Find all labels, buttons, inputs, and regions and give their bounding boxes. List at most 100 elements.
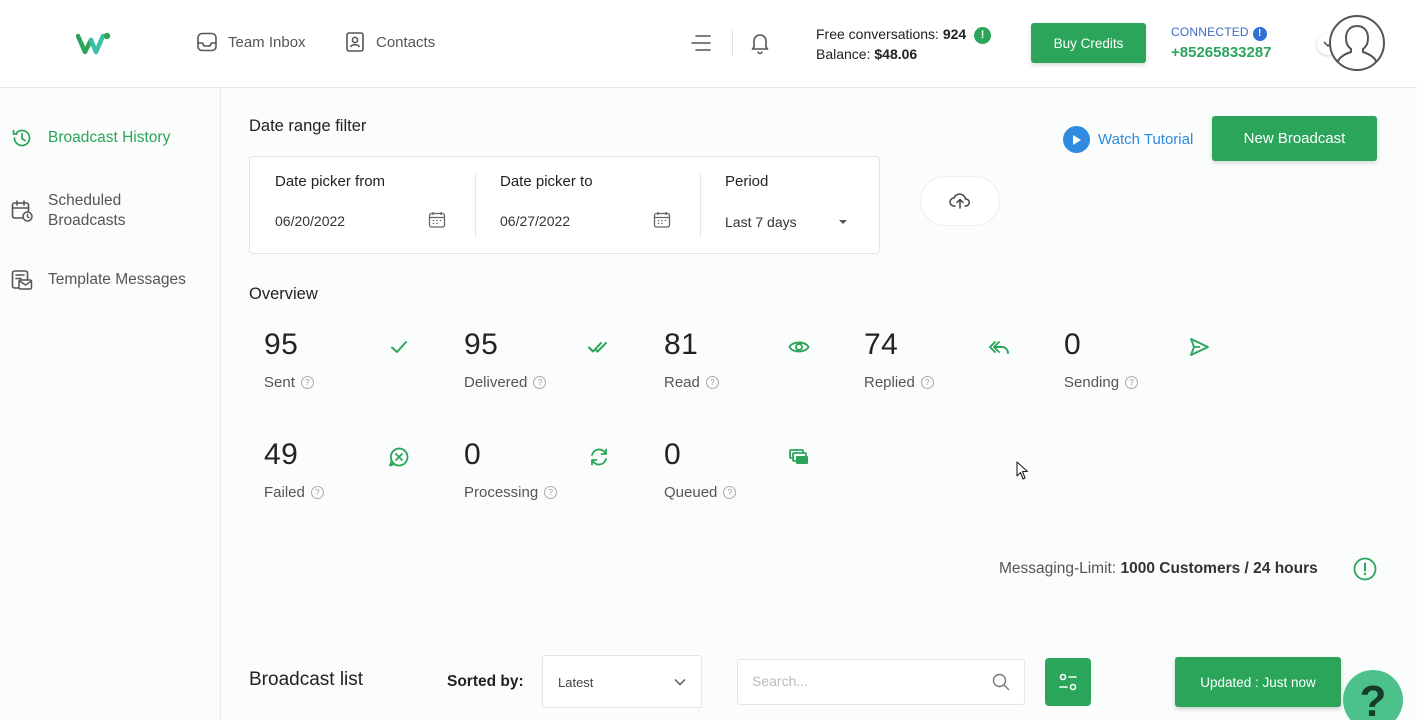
stat-label: Read: [664, 374, 700, 391]
stat-failed: 49 Failed?: [264, 438, 424, 518]
watch-tutorial-label: Watch Tutorial: [1098, 131, 1194, 148]
credits-info: Free conversations: 924 ! Balance: $48.0…: [816, 24, 992, 64]
sidebar-item-label: Template Messages: [48, 271, 186, 288]
calendar-clock-icon: [11, 200, 33, 222]
calendar-icon[interactable]: [653, 211, 671, 229]
search-box[interactable]: [737, 659, 1025, 705]
sidebar: Broadcast History Scheduled Broadcasts T…: [0, 88, 221, 720]
search-input[interactable]: [752, 673, 972, 689]
stat-value: 0: [1064, 328, 1082, 361]
stat-label: Failed: [264, 484, 305, 501]
help-icon[interactable]: ?: [300, 376, 314, 389]
stat-label: Delivered: [464, 374, 528, 391]
help-icon[interactable]: ?: [1125, 376, 1139, 389]
cloud-upload-icon: [949, 193, 970, 209]
nav-contacts[interactable]: Contacts: [344, 31, 435, 53]
stat-processing: 0 Processing?: [464, 438, 624, 518]
filter-button[interactable]: [1045, 658, 1091, 706]
refresh-icon: [591, 448, 607, 466]
new-broadcast-button[interactable]: New Broadcast: [1212, 116, 1377, 161]
sorted-by-label: Sorted by:: [447, 673, 524, 690]
divider: [700, 173, 701, 237]
stat-value: 95: [264, 328, 299, 361]
calendar-icon[interactable]: [428, 211, 446, 229]
help-icon[interactable]: ?: [310, 486, 324, 499]
buy-credits-button[interactable]: Buy Credits: [1031, 23, 1146, 63]
alert-circle-icon[interactable]: [1353, 557, 1377, 581]
eye-icon: [788, 341, 810, 353]
free-conversations-label: Free conversations:: [816, 26, 939, 42]
help-icon[interactable]: ?: [544, 486, 558, 499]
watch-tutorial-link[interactable]: Watch Tutorial: [1063, 126, 1193, 153]
sidebar-item-broadcast-history[interactable]: Broadcast History: [10, 126, 170, 150]
stat-value: 81: [664, 328, 699, 361]
bell-icon[interactable]: [750, 32, 770, 54]
stat-sent: 95 Sent?: [264, 328, 424, 408]
divider: [732, 30, 733, 56]
date-to-value[interactable]: 06/27/2022: [500, 213, 570, 229]
play-icon: [1063, 126, 1090, 153]
filter-sliders-icon: [1059, 673, 1077, 691]
caret-down-icon[interactable]: [837, 218, 849, 226]
stat-label: Replied: [864, 374, 915, 391]
menu-icon[interactable]: [690, 33, 712, 53]
stat-value: 0: [464, 438, 482, 471]
sidebar-item-scheduled-broadcasts[interactable]: Scheduled Broadcasts: [10, 191, 148, 231]
overview-title: Overview: [249, 285, 318, 303]
stat-value: 0: [664, 438, 682, 471]
stat-value: 74: [864, 328, 899, 361]
stat-label: Queued: [664, 484, 718, 501]
period-value[interactable]: Last 7 days: [725, 214, 797, 230]
check-icon: [391, 341, 407, 353]
connected-phone: +85265833287: [1171, 44, 1272, 61]
avatar[interactable]: [1328, 14, 1386, 72]
template-icon: [11, 270, 33, 290]
stat-value: 49: [264, 438, 299, 471]
stat-read: 81 Read?: [664, 328, 824, 408]
date-from-value[interactable]: 06/20/2022: [275, 213, 345, 229]
stat-label: Processing: [464, 484, 539, 501]
updated-status-button[interactable]: Updated : Just now: [1175, 657, 1341, 707]
stat-replied: 74 Replied?: [864, 328, 1024, 408]
nav-team-inbox[interactable]: Team Inbox: [196, 31, 306, 53]
help-icon[interactable]: ?: [705, 376, 719, 389]
queue-icon: [789, 449, 808, 464]
sidebar-item-label: Scheduled Broadcasts: [48, 192, 126, 229]
help-icon[interactable]: ?: [533, 376, 547, 389]
sort-value: Latest: [558, 675, 594, 690]
stat-label: Sending: [1064, 374, 1120, 391]
nav-team-inbox-label: Team Inbox: [228, 33, 306, 51]
stat-delivered: 95 Delivered?: [464, 328, 624, 408]
divider: [475, 173, 476, 237]
date-range-filter: Date picker from 06/20/2022 Date picker …: [249, 156, 880, 254]
connection-status-label: CONNECTED: [1171, 25, 1249, 39]
messaging-limit-value: 1000 Customers / 24 hours: [1120, 560, 1318, 577]
inbox-icon: [197, 32, 217, 52]
double-check-icon: [588, 342, 607, 353]
connection-info-icon[interactable]: !: [1252, 27, 1267, 41]
nav-contacts-label: Contacts: [376, 33, 436, 51]
history-icon: [12, 129, 31, 147]
date-picker-to[interactable]: Date picker to 06/27/2022: [500, 157, 700, 253]
stat-label: Sent: [264, 374, 295, 391]
app-logo[interactable]: [76, 30, 112, 58]
info-icon[interactable]: !: [974, 27, 992, 44]
period-select[interactable]: Period Last 7 days: [725, 157, 865, 253]
help-button[interactable]: ?: [1343, 670, 1403, 720]
stat-queued: 0 Queued?: [664, 438, 824, 518]
export-button[interactable]: [920, 176, 1000, 226]
sidebar-item-template-messages[interactable]: Template Messages: [10, 268, 186, 292]
period-label: Period: [725, 173, 769, 190]
sort-select[interactable]: Latest: [542, 655, 702, 708]
help-icon[interactable]: ?: [920, 376, 934, 389]
free-conversations-value: 924: [942, 26, 967, 42]
date-picker-from[interactable]: Date picker from 06/20/2022: [275, 157, 475, 253]
date-to-label: Date picker to: [500, 173, 593, 190]
date-from-label: Date picker from: [275, 173, 386, 190]
connection-status: CONNECTED!: [1171, 25, 1267, 41]
help-icon[interactable]: ?: [723, 486, 737, 499]
search-icon[interactable]: [992, 673, 1010, 691]
messaging-limit: Messaging-Limit: 1000 Customers / 24 hou…: [999, 560, 1318, 578]
balance-label: Balance:: [816, 46, 871, 62]
stat-value: 95: [464, 328, 499, 361]
